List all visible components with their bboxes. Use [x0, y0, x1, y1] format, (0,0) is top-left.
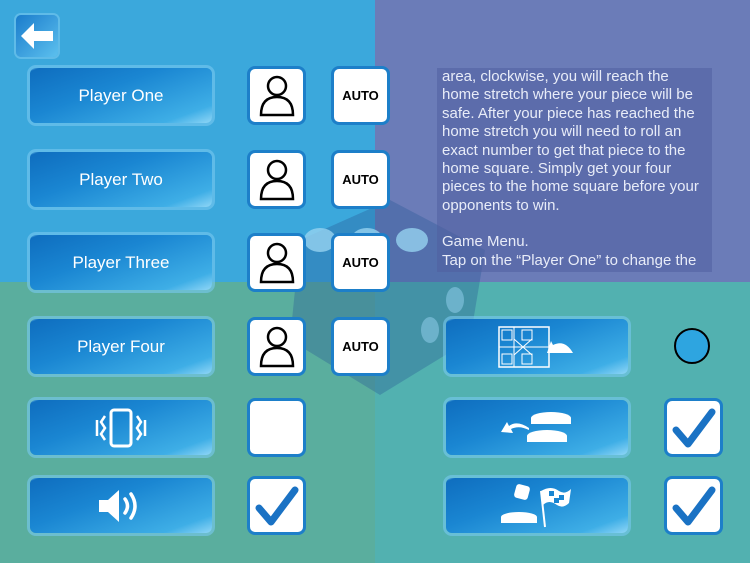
sound-button[interactable]	[30, 478, 212, 533]
pieces-return-button[interactable]	[446, 400, 628, 455]
speaker-icon	[99, 489, 137, 522]
player-four-auto-button[interactable]: AUTO	[334, 320, 387, 373]
dice-finish-flag-icon	[501, 483, 571, 527]
vibration-checkbox[interactable]	[250, 401, 303, 454]
player-four-type-toggle[interactable]	[250, 320, 303, 373]
player-four-button[interactable]: Player Four	[30, 319, 212, 374]
person-icon	[259, 75, 294, 116]
player-three-auto-button[interactable]: AUTO	[334, 236, 387, 289]
player-two-auto-button[interactable]: AUTO	[334, 153, 387, 206]
player-one-auto-button[interactable]: AUTO	[334, 69, 387, 122]
player-one-button[interactable]: Player One	[30, 68, 212, 123]
sound-checkbox[interactable]	[250, 479, 303, 532]
help-text-panel[interactable]: area, clockwise, you will reach the home…	[437, 68, 712, 272]
help-paragraph: area, clockwise, you will reach the home…	[442, 68, 703, 214]
pieces-return-checkbox[interactable]	[667, 401, 720, 454]
checkmark-icon	[672, 408, 715, 447]
arrow-left-icon	[21, 23, 53, 49]
dice-finish-checkbox[interactable]	[667, 479, 720, 532]
dice-finish-button[interactable]	[446, 478, 628, 533]
player-two-type-toggle[interactable]	[250, 153, 303, 206]
player-two-button[interactable]: Player Two	[30, 152, 212, 207]
person-icon	[259, 159, 294, 200]
vibrate-phone-icon	[95, 408, 147, 447]
pieces-return-icon	[501, 411, 571, 442]
vibration-button[interactable]	[30, 400, 212, 455]
person-icon	[259, 326, 294, 367]
board-rotate-icon	[498, 325, 573, 368]
back-button[interactable]	[16, 15, 58, 57]
checkmark-icon	[255, 486, 298, 525]
player-three-button[interactable]: Player Three	[30, 235, 212, 290]
help-paragraph: Tap on the “Player One” to change the	[442, 251, 697, 269]
help-heading: Game Menu.	[442, 233, 529, 251]
player-one-type-toggle[interactable]	[250, 69, 303, 122]
player-three-type-toggle[interactable]	[250, 236, 303, 289]
board-rotate-radio[interactable]	[674, 328, 710, 364]
checkmark-icon	[672, 486, 715, 525]
board-rotate-button[interactable]	[446, 319, 628, 374]
person-icon	[259, 242, 294, 283]
